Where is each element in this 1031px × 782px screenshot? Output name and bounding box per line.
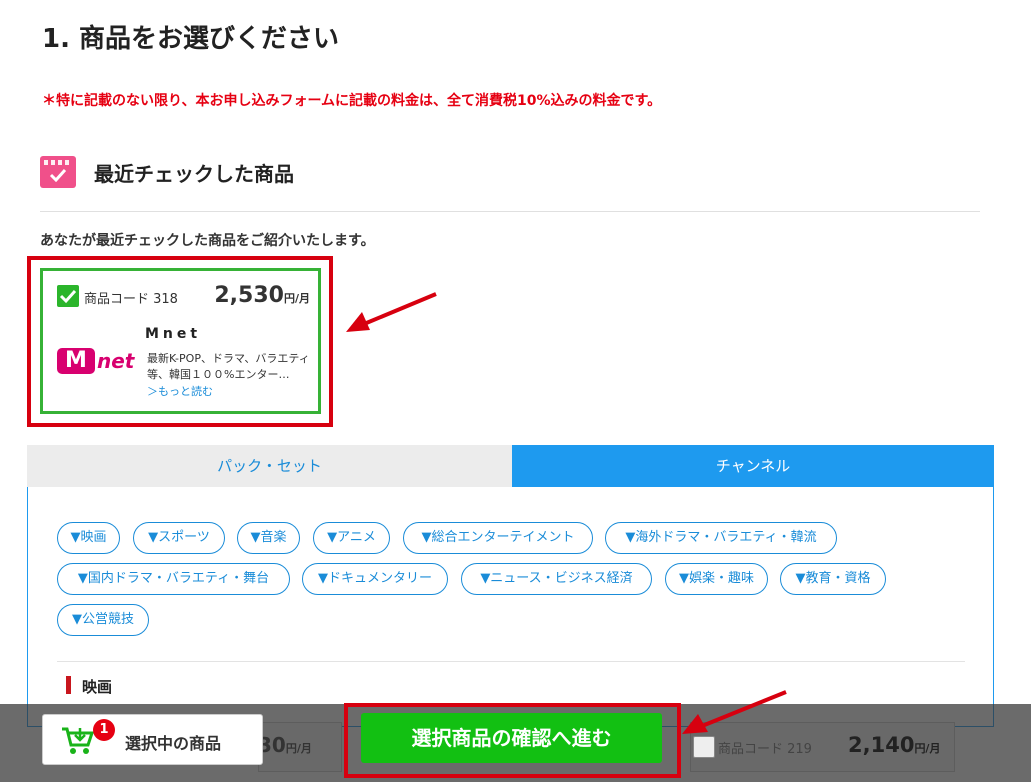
genre-chip-hobby[interactable]: ▼娯楽・趣味 bbox=[665, 563, 768, 595]
tab-channel[interactable]: チャンネル bbox=[512, 445, 994, 487]
genre-chip-documentary[interactable]: ▼ドキュメンタリー bbox=[302, 563, 448, 595]
recent-title: 最近チェックした商品 bbox=[94, 161, 294, 186]
product-name: Mnet bbox=[145, 326, 202, 342]
product-code: 商品コード 318 bbox=[84, 292, 178, 307]
selected-items-button[interactable]: 1 選択中の商品 bbox=[42, 714, 263, 765]
product-description: 最新K-POP、ドラマ、バラエティ等、韓国１００%エンター… bbox=[147, 352, 310, 381]
confirm-selection-button[interactable]: 選択商品の確認へ進む bbox=[361, 713, 662, 763]
cart-download-icon bbox=[62, 727, 95, 754]
recent-header: 最近チェックした商品 bbox=[40, 155, 294, 189]
genre-chip-entertainment[interactable]: ▼総合エンターテイメント bbox=[403, 522, 593, 554]
genre-chip-domestic-drama[interactable]: ▼国内ドラマ・バラエティ・舞台 bbox=[57, 563, 290, 595]
genre-chip-sports[interactable]: ▼スポーツ bbox=[133, 522, 225, 554]
recent-description: あなたが最近チェックした商品をご紹介いたします。 bbox=[40, 233, 375, 249]
product-price: 2,140円/月 bbox=[848, 733, 941, 757]
red-arrow-icon bbox=[682, 690, 787, 734]
genre-chip-movie[interactable]: ▼映画 bbox=[57, 522, 120, 554]
genre-chip-anime[interactable]: ▼アニメ bbox=[313, 522, 390, 554]
genre-chip-education[interactable]: ▼教育・資格 bbox=[780, 563, 886, 595]
read-more-link[interactable]: ＞もっと読む bbox=[147, 383, 213, 399]
divider bbox=[40, 211, 980, 212]
cart-count-badge: 1 bbox=[93, 719, 115, 741]
genre-chip-public-racing[interactable]: ▼公営競技 bbox=[57, 604, 149, 636]
red-arrow-icon bbox=[346, 292, 437, 332]
product-code: 商品コード 219 bbox=[718, 742, 812, 757]
product-price: 2,530円/月 bbox=[214, 283, 310, 308]
cart-label: 選択中の商品 bbox=[125, 734, 222, 753]
calendar-check-icon bbox=[40, 156, 76, 188]
partial-card-price: 30円/月 bbox=[258, 733, 312, 757]
section-title: 映画 bbox=[82, 678, 113, 696]
checkbox-checked-icon[interactable] bbox=[57, 285, 79, 307]
genre-chip-news-business[interactable]: ▼ニュース・ビジネス経済 bbox=[461, 563, 652, 595]
genre-chip-music[interactable]: ▼音楽 bbox=[237, 522, 300, 554]
step-title: 1. 商品をお選びください bbox=[42, 24, 340, 54]
section-marker bbox=[66, 676, 71, 694]
genre-chip-overseas-drama[interactable]: ▼海外ドラマ・バラエティ・韓流 bbox=[605, 522, 837, 554]
mnet-logo: Mnet bbox=[57, 347, 137, 375]
section-divider bbox=[57, 661, 965, 662]
tab-pack-set[interactable]: パック・セット bbox=[27, 445, 512, 487]
tax-notice: ＊特に記載のない限り、本お申し込みフォームに記載の料金は、全て消費税10%込みの… bbox=[42, 93, 662, 109]
recent-product-card[interactable]: 商品コード 318 2,530円/月 Mnet Mnet 最新K-POP、ドラマ… bbox=[40, 268, 321, 414]
